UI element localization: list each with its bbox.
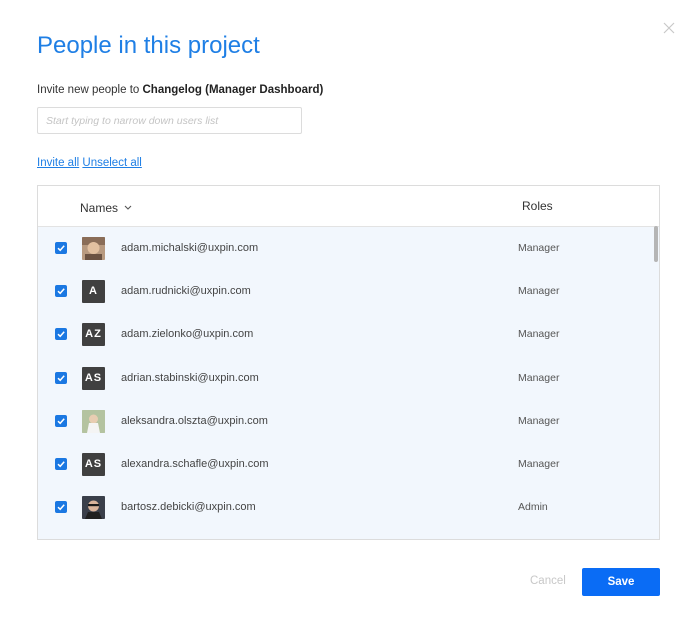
user-role[interactable]: Manager — [518, 458, 559, 470]
table-row-partial — [38, 529, 652, 540]
avatar-initials: AZ — [82, 323, 105, 347]
roles-column-header: Roles — [522, 199, 553, 213]
avatar — [82, 237, 105, 260]
user-email: adam.zielonko@uxpin.com — [121, 328, 254, 341]
row-checkbox[interactable] — [55, 242, 67, 254]
row-checkbox[interactable] — [55, 457, 67, 470]
table-row[interactable]: AS alexandra.schafle@uxpin.com Manager — [38, 443, 652, 486]
bulk-actions: Invite all Unselect all — [37, 157, 142, 169]
user-email: adam.michalski@uxpin.com — [121, 242, 259, 254]
user-role[interactable]: Manager — [518, 285, 559, 297]
user-email: adam.rudnicki@uxpin.com — [121, 285, 251, 298]
avatar-initials: A — [82, 280, 105, 304]
table-row[interactable]: AS adrian.stabinski@uxpin.com Manager — [38, 357, 652, 400]
table-row[interactable]: aleksandra.olszta@uxpin.com Manager — [38, 400, 652, 443]
search-input[interactable] — [37, 107, 302, 134]
table-header: Names Roles — [38, 186, 659, 227]
dialog-title: People in this project — [37, 32, 260, 59]
users-table: Names Roles adam.michalski@uxpin.com Mana… — [37, 185, 660, 540]
avatar — [82, 409, 105, 433]
checkmark-icon — [57, 288, 65, 295]
checkmark-icon — [57, 245, 65, 252]
save-button[interactable]: Save — [582, 568, 660, 596]
checkmark-icon — [57, 331, 65, 338]
invite-all-link[interactable]: Invite all — [37, 157, 79, 169]
cancel-button[interactable]: Cancel — [530, 575, 566, 587]
row-checkbox[interactable] — [55, 371, 67, 384]
user-role[interactable]: Manager — [518, 242, 559, 254]
row-checkbox[interactable] — [55, 285, 67, 298]
user-role[interactable]: Admin — [518, 501, 548, 513]
checkmark-icon — [57, 504, 65, 511]
table-row[interactable]: adam.michalski@uxpin.com Manager — [38, 227, 652, 270]
table-row[interactable]: AZ adam.zielonko@uxpin.com Manager — [38, 313, 652, 356]
user-email: adrian.stabinski@uxpin.com — [121, 371, 259, 384]
checkmark-icon — [57, 374, 65, 381]
unselect-all-link[interactable]: Unselect all — [82, 157, 141, 169]
close-icon[interactable] — [662, 21, 676, 35]
row-checkbox[interactable] — [55, 328, 67, 341]
user-email: alexandra.schafle@uxpin.com — [121, 457, 269, 470]
user-email: aleksandra.olszta@uxpin.com — [121, 414, 268, 427]
table-row[interactable]: Aadam.rudnicki@uxpin.com Manager — [38, 270, 652, 313]
user-email: bartosz.debicki@uxpin.com — [121, 501, 256, 514]
row-checkbox[interactable] — [55, 414, 67, 427]
avatar — [82, 496, 105, 520]
row-checkbox[interactable] — [55, 501, 67, 514]
table-body: adam.michalski@uxpin.com Manager Aadam.rud… — [38, 227, 652, 540]
user-role[interactable]: Manager — [518, 328, 559, 340]
table-row[interactable]: bartosz.debicki@uxpin.com Admin — [38, 486, 652, 529]
avatar — [82, 539, 105, 540]
checkmark-icon — [57, 461, 65, 468]
invite-prefix: Invite new people to — [37, 84, 143, 96]
invite-text: Invite new people to Changelog (Manager … — [37, 84, 323, 96]
user-role[interactable]: Manager — [518, 372, 559, 384]
chevron-down-icon — [124, 199, 132, 213]
avatar-initials: AS — [82, 366, 105, 390]
project-name: Changelog (Manager Dashboard) — [142, 84, 324, 96]
avatar-initials: AS — [82, 452, 105, 476]
scrollbar-track[interactable] — [652, 227, 659, 539]
user-role[interactable]: Manager — [518, 415, 559, 427]
names-header-label: Names — [80, 201, 119, 215]
checkmark-icon — [57, 418, 65, 425]
scrollbar-thumb[interactable] — [654, 226, 658, 262]
names-column-header[interactable]: Names — [80, 199, 132, 215]
